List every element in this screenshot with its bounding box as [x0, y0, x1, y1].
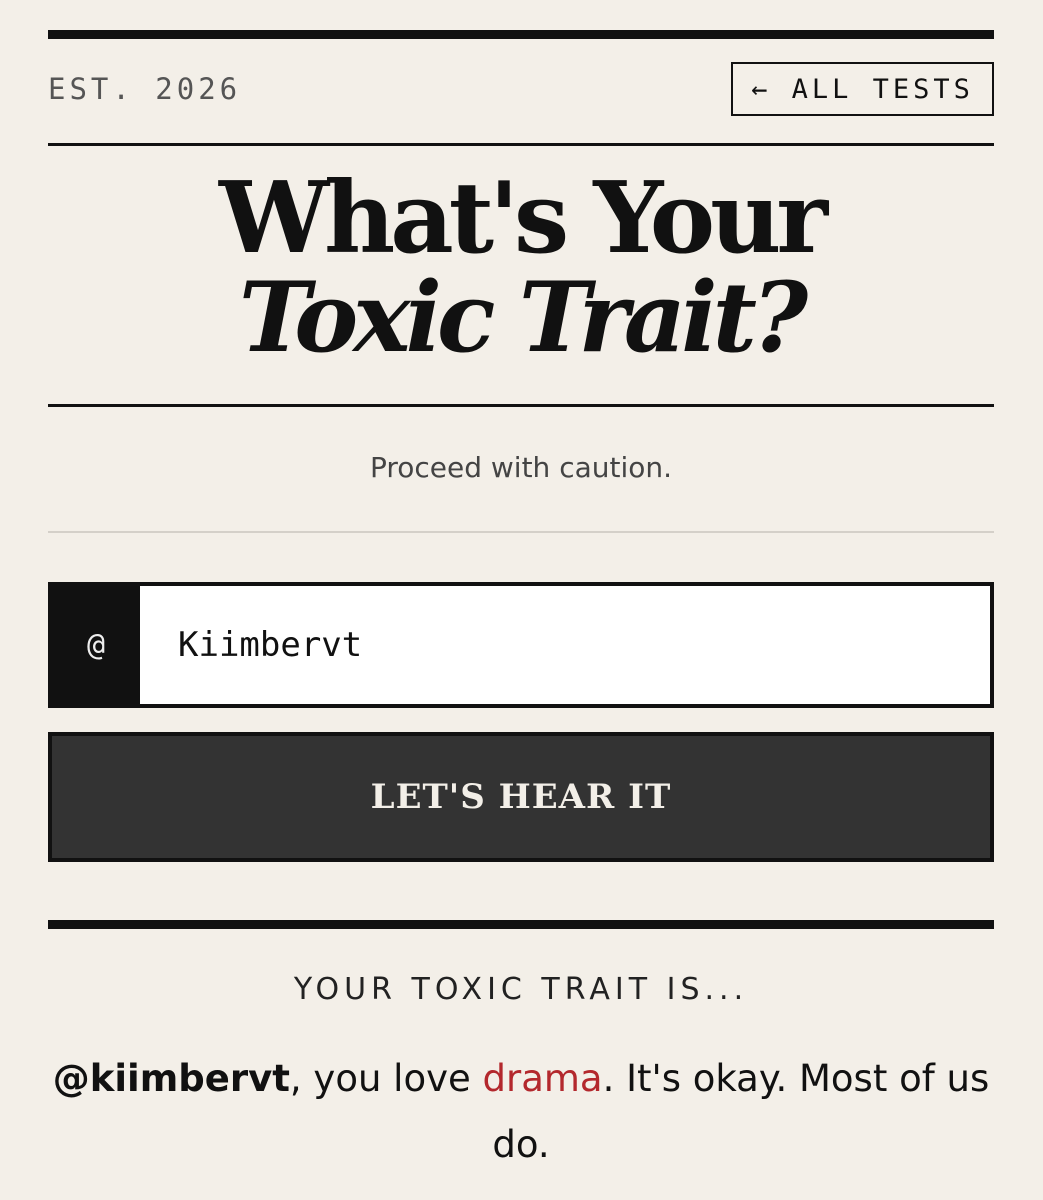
subtitle: Proceed with caution.: [369, 451, 673, 484]
est-label: EST. 2026: [48, 72, 242, 106]
handle-input[interactable]: [140, 586, 990, 704]
subtitle-divider: [48, 531, 994, 533]
result-trait: drama: [482, 1057, 603, 1100]
handle-input-group: @: [48, 582, 994, 708]
header-divider: [48, 143, 994, 146]
top-thick-rule: [48, 30, 994, 39]
title-line-2: Toxic Trait?: [238, 261, 808, 374]
page-title: What's Your Toxic Trait?: [48, 170, 994, 366]
title-line-1: What's Your: [218, 161, 828, 276]
title-divider: [48, 404, 994, 407]
at-prefix: @: [52, 586, 140, 704]
result-text: @kiimbervt, you love drama. It's okay. M…: [48, 1046, 994, 1178]
all-tests-button[interactable]: ← ALL TESTS: [731, 62, 994, 116]
result-label: YOUR TOXIC TRAIT IS...: [293, 972, 749, 1007]
lets-hear-it-button[interactable]: LET'S HEAR IT: [48, 732, 994, 862]
result-username: @kiimbervt: [52, 1057, 290, 1100]
page: EST. 2026 ← ALL TESTS What's Your Toxic …: [48, 0, 994, 1200]
result-text-before: , you love: [289, 1057, 483, 1100]
result-thick-rule: [48, 920, 994, 929]
